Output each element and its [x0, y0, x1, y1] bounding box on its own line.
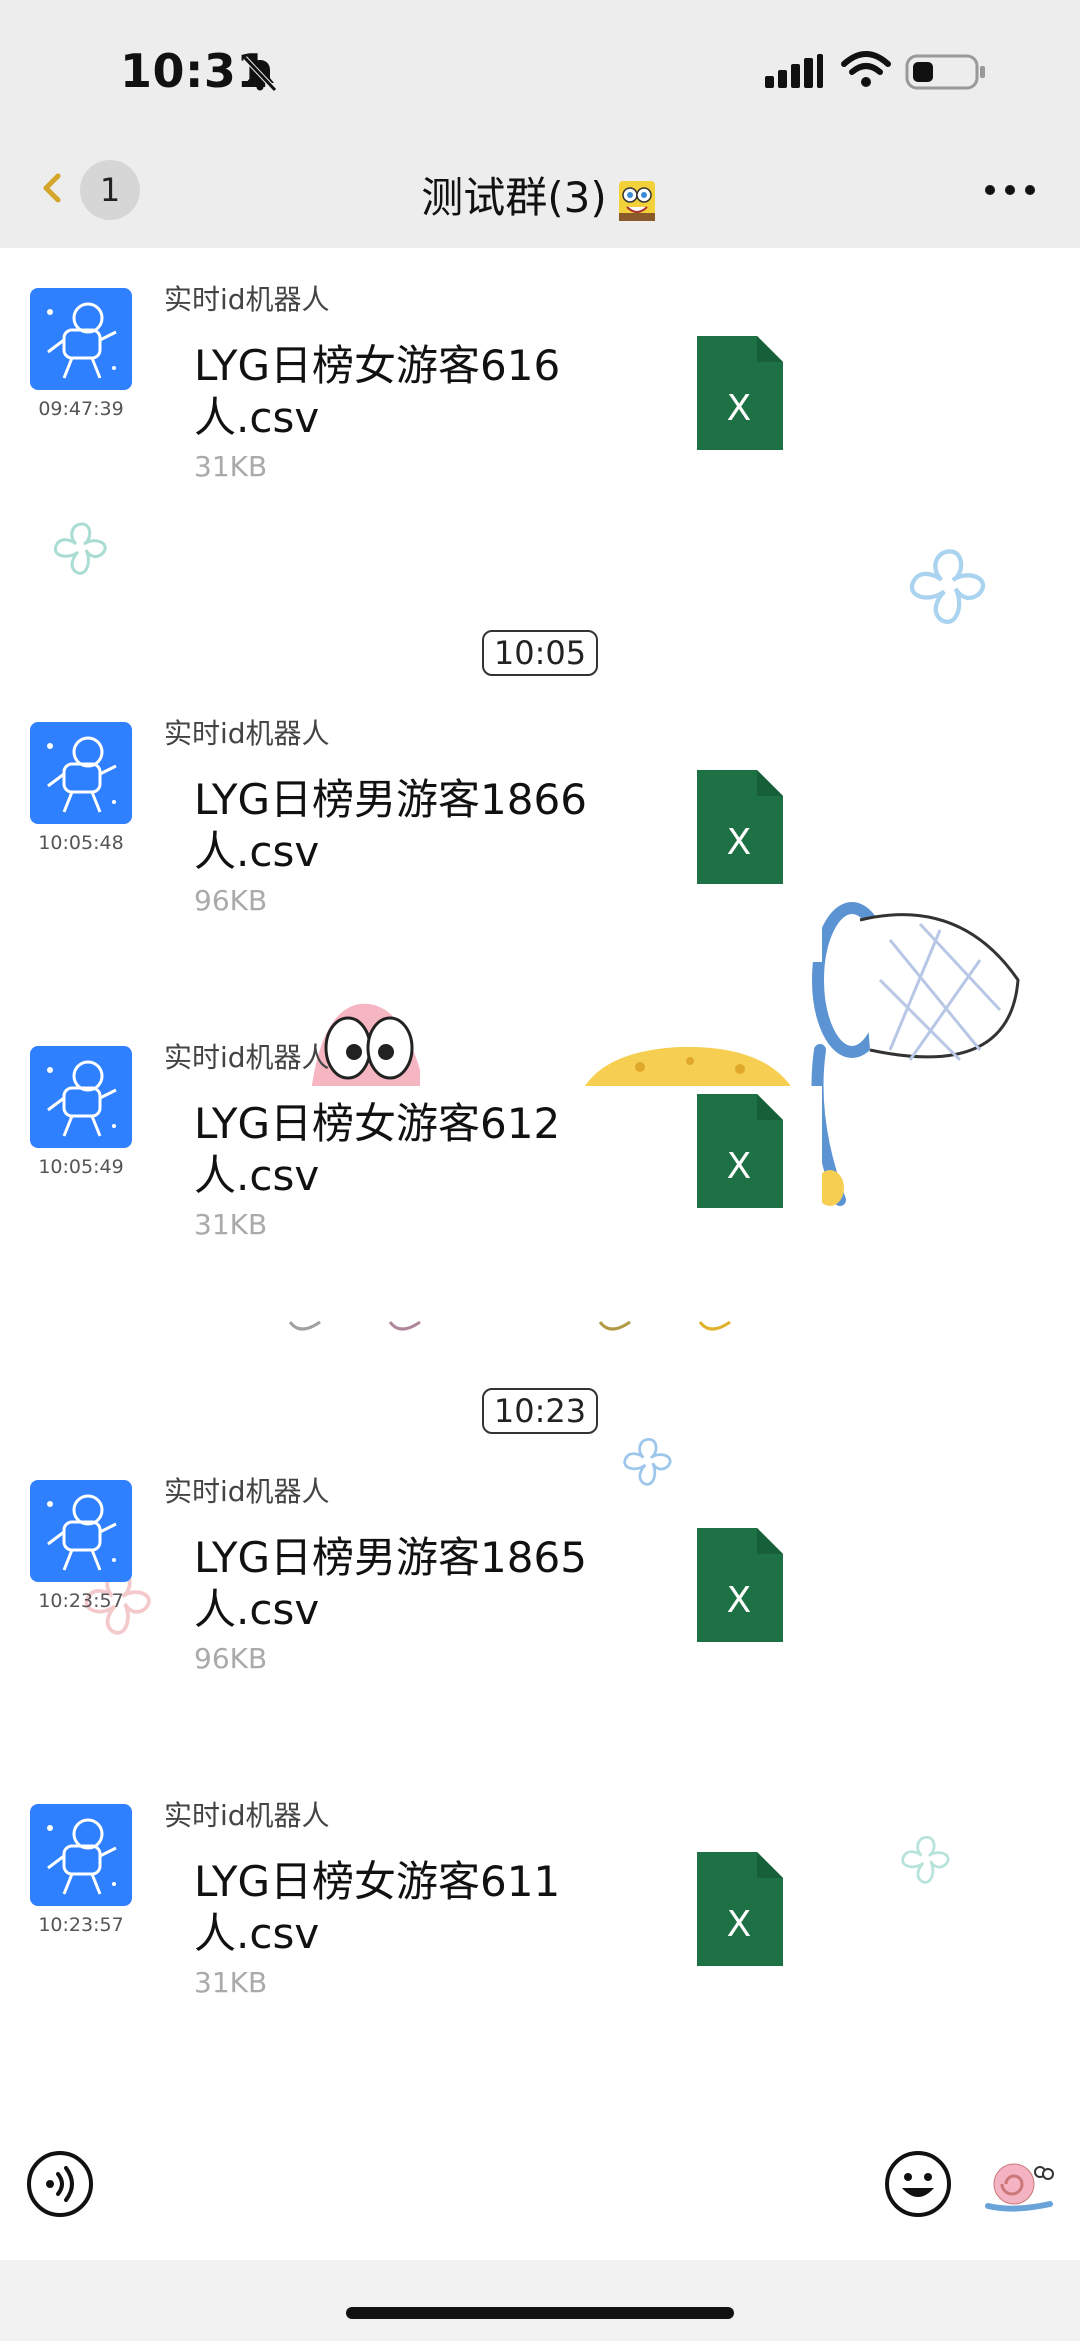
robot-avatar[interactable]	[30, 1480, 132, 1582]
message-item: 10:23:57 实时id机器人 LYG日榜女游客611人.csv 31KB X	[0, 1799, 1080, 2044]
sender-name: 实时id机器人	[164, 717, 330, 750]
time-separator: 10:05	[0, 630, 1080, 676]
svg-text:X: X	[727, 1580, 752, 1621]
sender-name: 实时id机器人	[164, 283, 330, 316]
message-item: 10:23:57 实时id机器人 LYG日榜男游客1865人.csv 96KB …	[0, 1475, 1080, 1720]
svg-text:X: X	[727, 1146, 752, 1187]
wifi-icon	[841, 51, 891, 87]
excel-file-icon: X	[697, 1094, 783, 1208]
input-bar	[0, 2110, 1080, 2260]
sticker-snail-icon[interactable]	[984, 2154, 1054, 2214]
top-bar: 10:31 1 测试群(3)	[0, 0, 1080, 248]
more-options-icon[interactable]	[980, 180, 1040, 200]
time-separator-label: 10:23	[481, 1388, 599, 1434]
message-time: 10:05:49	[38, 1156, 124, 1178]
file-name: LYG日榜女游客616人.csv	[194, 341, 561, 442]
excel-file-icon: X	[697, 1528, 783, 1642]
astronaut-icon	[47, 736, 117, 813]
file-card[interactable]: LYG日榜男游客1865人.csv 96KB X	[162, 1520, 822, 1720]
message-time: 10:23:57	[38, 1590, 124, 1612]
file-card[interactable]: LYG日榜男游客1866人.csv 96KB X	[162, 762, 822, 962]
chat-title: 测试群(3)	[0, 164, 1080, 225]
message-item: 09:47:39 实时id机器人 LYG日榜女游客616人.csv 31KB X	[0, 283, 1080, 528]
astronaut-icon	[47, 1494, 117, 1571]
sender-name: 实时id机器人	[164, 1799, 330, 1832]
svg-text:X: X	[727, 822, 752, 863]
sender-name: 实时id机器人	[164, 1475, 330, 1508]
excel-file-icon: X	[697, 1852, 783, 1966]
file-card[interactable]: LYG日榜女游客611人.csv 31KB X	[162, 1844, 822, 2044]
svg-text:X: X	[727, 1904, 752, 1945]
file-name: LYG日榜女游客611人.csv	[194, 1857, 561, 1958]
robot-avatar[interactable]	[30, 722, 132, 824]
emoji-icon[interactable]	[884, 2150, 952, 2218]
mute-bell-icon	[243, 56, 277, 92]
time-separator-label: 10:05	[481, 630, 599, 676]
file-name: LYG日榜女游客612人.csv	[194, 1099, 561, 1200]
file-card[interactable]: LYG日榜女游客616人.csv 31KB X	[162, 328, 822, 528]
home-area	[0, 2260, 1080, 2341]
sender-name: 实时id机器人	[164, 1041, 330, 1074]
sticker-feet	[288, 1320, 731, 1331]
excel-file-icon: X	[697, 770, 783, 884]
time-separator: 10:23	[0, 1388, 1080, 1434]
svg-text:X: X	[727, 388, 752, 429]
flower-decoration	[909, 549, 986, 624]
message-item: 10:05:48 实时id机器人 LYG日榜男游客1866人.csv 96KB …	[0, 717, 1080, 962]
message-time: 09:47:39	[38, 398, 124, 420]
robot-avatar[interactable]	[30, 288, 132, 390]
astronaut-icon	[47, 1818, 117, 1895]
file-size: 31KB	[194, 1966, 268, 1999]
excel-file-icon: X	[697, 336, 783, 450]
message-time: 10:23:57	[38, 1914, 124, 1936]
robot-avatar[interactable]	[30, 1804, 132, 1906]
file-name: LYG日榜男游客1865人.csv	[194, 1533, 587, 1634]
spongebob-emoji-icon	[618, 180, 655, 221]
message-item: 10:05:49 实时id机器人 LYG日榜女游客612人.csv 31KB X	[0, 1041, 1080, 1286]
message-time: 10:05:48	[38, 832, 124, 854]
home-indicator[interactable]	[346, 2307, 734, 2319]
signal-icon	[765, 54, 823, 88]
file-size: 31KB	[194, 1208, 268, 1241]
file-size: 31KB	[194, 450, 268, 483]
file-name: LYG日榜男游客1866人.csv	[194, 775, 587, 876]
astronaut-icon	[47, 1060, 117, 1137]
file-size: 96KB	[194, 884, 268, 917]
voice-input-icon[interactable]	[26, 2150, 94, 2218]
chat-title-text: 测试群(3)	[421, 173, 607, 222]
battery-icon	[905, 54, 985, 90]
astronaut-icon	[47, 302, 117, 379]
file-size: 96KB	[194, 1642, 268, 1675]
robot-avatar[interactable]	[30, 1046, 132, 1148]
file-card[interactable]: LYG日榜女游客612人.csv 31KB X	[162, 1086, 822, 1286]
